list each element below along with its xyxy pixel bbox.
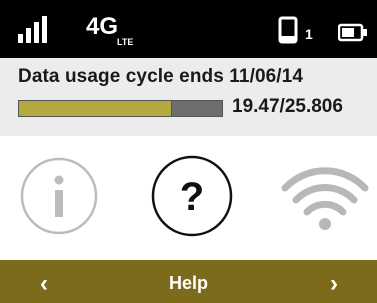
status-bar: 4G LTE 1 — [0, 0, 377, 58]
network-4g-lte-icon: 4G LTE — [86, 13, 133, 46]
connected-devices-icon — [278, 16, 298, 44]
menu-carousel: ? — [0, 136, 377, 260]
usage-progress-fill — [19, 101, 173, 116]
bottom-nav-bar: ‹ Help › — [0, 260, 377, 303]
info-icon[interactable] — [19, 156, 99, 236]
svg-text:?: ? — [180, 175, 204, 219]
next-arrow-button[interactable]: › — [314, 270, 354, 298]
usage-progress-bar — [18, 100, 223, 117]
usage-cycle-text: Data usage cycle ends 11/06/14 — [18, 66, 304, 87]
network-label: 4G — [86, 13, 118, 40]
chevron-right-icon: › — [330, 270, 338, 297]
network-sub-label: LTE — [117, 37, 133, 46]
wifi-icon[interactable] — [280, 162, 370, 236]
battery-icon — [338, 23, 367, 42]
signal-strength-icon — [18, 16, 47, 43]
connected-devices-count: 1 — [305, 26, 313, 42]
data-usage-panel: Data usage cycle ends 11/06/14 19.47/25.… — [0, 58, 377, 136]
usage-value: 19.47/25.806 — [232, 96, 343, 117]
help-icon[interactable]: ? — [150, 154, 234, 238]
